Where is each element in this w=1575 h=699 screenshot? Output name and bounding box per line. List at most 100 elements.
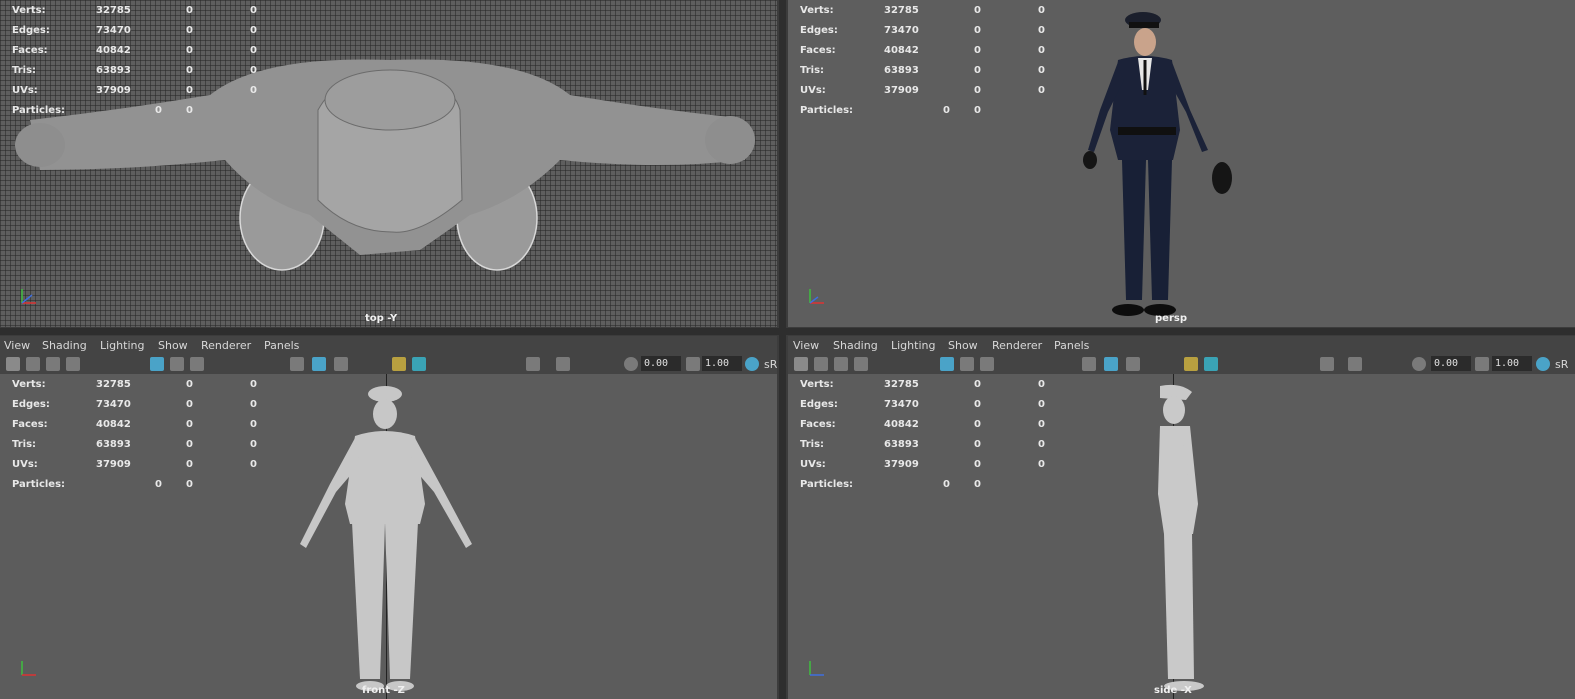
axis-gizmo-icon <box>809 661 824 676</box>
hud-value: 0 <box>974 45 981 56</box>
menu-lighting[interactable]: Lighting <box>100 339 144 352</box>
textured-icon[interactable] <box>1126 357 1140 371</box>
hud-value: 63893 <box>884 65 919 76</box>
vertical-pane-divider[interactable] <box>779 0 786 699</box>
xray-icon[interactable] <box>1348 357 1362 371</box>
menu-show[interactable]: Show <box>948 339 978 352</box>
hud-value: 0 <box>974 85 981 96</box>
menu-renderer[interactable]: Renderer <box>201 339 251 352</box>
camera-name-label: front -Z <box>362 685 405 696</box>
hud-value: 40842 <box>884 419 919 430</box>
shadows-icon[interactable] <box>1204 357 1218 371</box>
hud-value: 0 <box>1038 459 1045 470</box>
hud-value: 0 <box>186 479 193 490</box>
colorspace-label[interactable]: sR <box>1555 358 1568 371</box>
menu-view[interactable]: View <box>4 339 30 352</box>
camera-name-label: persp <box>1155 313 1187 324</box>
hud-label: UVs: <box>800 459 826 470</box>
wireframe-icon[interactable] <box>1082 357 1096 371</box>
color-management-icon[interactable] <box>1536 357 1550 371</box>
viewport-persp[interactable]: Verts: 32785 0 0 Edges: 73470 0 0 Faces: 40842 0… <box>788 0 1575 327</box>
film-gate-icon[interactable] <box>960 357 974 371</box>
bookmark-icon[interactable] <box>834 357 848 371</box>
menu-view[interactable]: View <box>793 339 819 352</box>
hud-value: 37909 <box>884 85 919 96</box>
hud-value: 0 <box>250 439 257 450</box>
isolate-icon[interactable] <box>1320 357 1334 371</box>
hud-value: 0 <box>974 105 981 116</box>
hud-label: Particles: <box>800 479 854 490</box>
hud-label: Tris: <box>800 65 825 76</box>
xray-icon[interactable] <box>556 357 570 371</box>
hud-value: 0 <box>186 439 193 450</box>
hud-label: UVs: <box>800 85 826 96</box>
menu-panels[interactable]: Panels <box>1054 339 1089 352</box>
gamma-icon[interactable] <box>1475 357 1489 371</box>
hud-value: 32785 <box>884 379 919 390</box>
menu-shading[interactable]: Shading <box>42 339 87 352</box>
viewport-front[interactable]: Verts: 32785 0 0 Edges: 73470 0 0 Faces: 40842 0… <box>0 374 777 699</box>
exposure-icon[interactable] <box>1412 357 1426 371</box>
colorspace-label[interactable]: sR <box>764 358 777 371</box>
image-plane-icon[interactable] <box>66 357 80 371</box>
film-gate-icon[interactable] <box>170 357 184 371</box>
hud-value: 0 <box>1038 439 1045 450</box>
menu-show[interactable]: Show <box>158 339 188 352</box>
hud-value: 0 <box>250 25 257 36</box>
resolution-gate-icon[interactable] <box>980 357 994 371</box>
camera-attributes-icon[interactable] <box>814 357 828 371</box>
isolate-icon[interactable] <box>526 357 540 371</box>
hud-value: 0 <box>155 479 162 490</box>
select-camera-icon[interactable] <box>6 357 20 371</box>
exposure-field[interactable]: 0.00 <box>641 356 681 371</box>
lights-icon[interactable] <box>1184 357 1198 371</box>
hud-value: 0 <box>186 459 193 470</box>
exposure-icon[interactable] <box>624 357 638 371</box>
shadows-icon[interactable] <box>412 357 426 371</box>
hud-value: 73470 <box>884 399 919 410</box>
gamma-field[interactable]: 1.00 <box>1492 356 1532 371</box>
hud-value: 63893 <box>96 439 131 450</box>
hud-label: Faces: <box>12 45 48 56</box>
hud-value: 0 <box>974 399 981 410</box>
menu-panels[interactable]: Panels <box>264 339 299 352</box>
hud-value: 73470 <box>96 25 131 36</box>
menu-lighting[interactable]: Lighting <box>891 339 935 352</box>
bookmark-icon[interactable] <box>46 357 60 371</box>
grid-icon[interactable] <box>940 357 954 371</box>
hud-value: 0 <box>186 45 193 56</box>
viewport-top[interactable]: Verts: 32785 0 0 Edges: 73470 0 0 Faces: 40842 0… <box>0 0 777 327</box>
camera-name-label: side -X <box>1154 685 1192 696</box>
horizontal-pane-divider[interactable] <box>0 328 1575 335</box>
hud-value: 37909 <box>884 459 919 470</box>
gamma-field[interactable]: 1.00 <box>702 356 742 371</box>
image-plane-icon[interactable] <box>854 357 868 371</box>
axis-gizmo-icon <box>809 289 824 304</box>
gamma-icon[interactable] <box>686 357 700 371</box>
viewport-side[interactable]: Verts: 32785 0 0 Edges: 73470 0 0 Faces: 40842 0… <box>788 374 1575 699</box>
hud-label: Edges: <box>800 25 838 36</box>
resolution-gate-icon[interactable] <box>190 357 204 371</box>
hud-value: 0 <box>186 85 193 96</box>
exposure-field[interactable]: 0.00 <box>1431 356 1471 371</box>
wireframe-icon[interactable] <box>290 357 304 371</box>
hud-value: 73470 <box>884 25 919 36</box>
hud-value: 0 <box>250 85 257 96</box>
camera-attributes-icon[interactable] <box>26 357 40 371</box>
hud-value: 0 <box>186 105 193 116</box>
hud-value: 0 <box>1038 5 1045 16</box>
axis-gizmo-icon <box>21 661 36 676</box>
smooth-shade-icon[interactable] <box>312 357 326 371</box>
select-camera-icon[interactable] <box>794 357 808 371</box>
grid-icon[interactable] <box>150 357 164 371</box>
lights-icon[interactable] <box>392 357 406 371</box>
menu-renderer[interactable]: Renderer <box>992 339 1042 352</box>
textured-icon[interactable] <box>334 357 348 371</box>
panel-toolbar-side: 0.00 1.00 sR <box>788 354 1575 374</box>
smooth-shade-icon[interactable] <box>1104 357 1118 371</box>
color-management-icon[interactable] <box>745 357 759 371</box>
hud-value: 0 <box>186 65 193 76</box>
hud-value: 0 <box>250 45 257 56</box>
menu-shading[interactable]: Shading <box>833 339 878 352</box>
hud-value: 40842 <box>96 419 131 430</box>
